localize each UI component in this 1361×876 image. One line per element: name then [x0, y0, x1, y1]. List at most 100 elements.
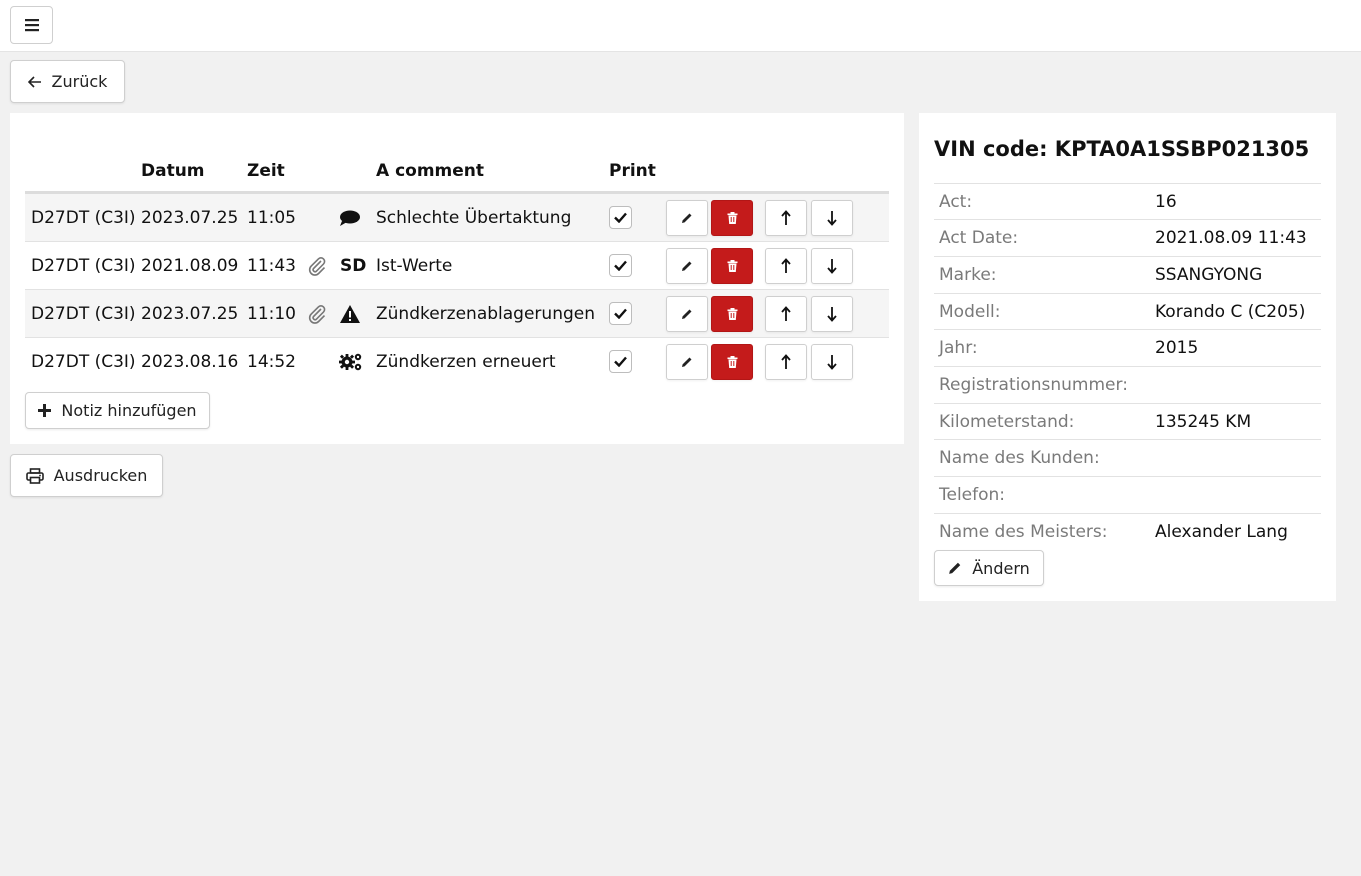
trash-icon: [727, 260, 737, 272]
info-row-act: Act: 16: [934, 183, 1321, 220]
edit-vehicle-label: Ändern: [972, 558, 1030, 578]
arrow-down-icon: [827, 307, 837, 322]
printer-icon: [25, 467, 44, 484]
paperclip-icon[interactable]: [307, 242, 327, 290]
row-time: 11:10: [247, 304, 296, 324]
info-row-master: Name des Meisters: Alexander Lang: [934, 513, 1321, 550]
info-row-customer: Name des Kunden:: [934, 439, 1321, 476]
edit-note-button[interactable]: [666, 344, 708, 380]
print-checkbox[interactable]: [609, 254, 632, 277]
move-up-button[interactable]: [765, 200, 807, 236]
vin-title: VIN code: KPTA0A1SSBP021305: [934, 137, 1310, 161]
info-value: SSANGYONG: [1155, 265, 1263, 285]
add-note-button[interactable]: Notiz hinzufügen: [25, 392, 210, 429]
delete-note-button[interactable]: [711, 344, 753, 380]
info-label: Kilometerstand:: [939, 412, 1075, 432]
row-date: 2023.08.16: [141, 352, 239, 372]
info-label: Act:: [939, 192, 973, 212]
move-up-button[interactable]: [765, 296, 807, 332]
vehicle-info-card: VIN code: KPTA0A1SSBP021305 Act: 16 Act …: [919, 113, 1336, 601]
arrow-up-icon: [781, 210, 791, 225]
arrow-down-icon: [827, 259, 837, 274]
back-button[interactable]: Zurück: [10, 60, 125, 103]
back-button-label: Zurück: [51, 72, 108, 91]
info-label: Modell:: [939, 302, 1001, 322]
move-down-button[interactable]: [811, 344, 853, 380]
move-down-button[interactable]: [811, 248, 853, 284]
column-header-time: Zeit: [247, 161, 285, 181]
arrow-up-icon: [781, 354, 791, 369]
info-value: Korando C (C205): [1155, 302, 1306, 322]
arrow-up-icon: [781, 258, 791, 273]
plus-icon: [38, 404, 52, 417]
check-icon: [614, 260, 627, 271]
pencil-icon: [682, 213, 692, 223]
move-down-button[interactable]: [811, 200, 853, 236]
edit-note-button[interactable]: [666, 296, 708, 332]
row-code: D27DT (C3I): [31, 256, 136, 276]
info-row-model: Modell: Korando C (C205): [934, 293, 1321, 330]
move-up-button[interactable]: [765, 248, 807, 284]
row-comment: Ist-Werte: [376, 256, 453, 276]
info-label: Act Date:: [939, 228, 1019, 248]
info-label: Marke:: [939, 265, 997, 285]
info-value: Alexander Lang: [1155, 522, 1288, 542]
print-checkbox[interactable]: [609, 350, 632, 373]
info-value: 16: [1155, 192, 1177, 212]
trash-icon: [727, 212, 737, 224]
column-header-date: Datum: [141, 161, 205, 181]
edit-note-button[interactable]: [666, 200, 708, 236]
paperclip-icon[interactable]: [307, 290, 327, 338]
row-code: D27DT (C3I): [31, 304, 136, 324]
arrow-up-icon: [781, 306, 791, 321]
row-code: D27DT (C3I): [31, 208, 136, 228]
column-header-print: Print: [609, 161, 656, 181]
info-row-year: Jahr: 2015: [934, 329, 1321, 366]
info-label: Jahr:: [939, 338, 978, 358]
row-comment: Zündkerzenablagerungen: [376, 304, 595, 324]
move-up-button[interactable]: [765, 344, 807, 380]
add-note-label: Notiz hinzufügen: [61, 401, 197, 420]
row-comment: Zündkerzen erneuert: [376, 352, 556, 372]
comment-icon: [339, 194, 361, 242]
check-icon: [614, 212, 627, 223]
top-bar: [0, 0, 1361, 52]
pencil-icon: [949, 562, 961, 574]
info-row-registration: Registrationsnummer:: [934, 366, 1321, 403]
arrow-left-icon: [27, 75, 41, 88]
column-header-comment: A comment: [376, 161, 485, 181]
row-time: 14:52: [247, 352, 296, 372]
delete-note-button[interactable]: [711, 200, 753, 236]
edit-vehicle-button[interactable]: Ändern: [934, 550, 1044, 586]
info-label: Name des Kunden:: [939, 448, 1100, 468]
info-label: Name des Meisters:: [939, 522, 1108, 542]
row-time: 11:43: [247, 256, 296, 276]
print-button[interactable]: Ausdrucken: [10, 454, 163, 497]
table-row: D27DT (C3I) 2023.08.16 14:52 Zündkerzen …: [25, 338, 889, 386]
row-date: 2021.08.09: [141, 256, 239, 276]
pencil-icon: [682, 357, 692, 367]
warning-icon: [339, 290, 361, 338]
arrow-down-icon: [827, 355, 837, 370]
menu-button[interactable]: [10, 6, 53, 44]
print-checkbox[interactable]: [609, 302, 632, 325]
edit-note-button[interactable]: [666, 248, 708, 284]
pencil-icon: [682, 261, 692, 271]
pencil-icon: [682, 309, 692, 319]
check-icon: [614, 356, 627, 367]
notes-card: Datum Zeit A comment Print D27DT (C3I) 2…: [10, 113, 904, 444]
check-icon: [614, 308, 627, 319]
info-label: Telefon:: [939, 485, 1006, 505]
hamburger-icon: [24, 19, 39, 32]
print-checkbox[interactable]: [609, 206, 632, 229]
arrow-down-icon: [827, 211, 837, 226]
delete-note-button[interactable]: [711, 296, 753, 332]
table-row: D27DT (C3I) 2021.08.09 11:43 SD Ist-Wert…: [25, 242, 889, 290]
delete-note-button[interactable]: [711, 248, 753, 284]
info-row-brand: Marke: SSANGYONG: [934, 256, 1321, 293]
trash-icon: [727, 356, 737, 368]
info-value: 2015: [1155, 338, 1199, 358]
move-down-button[interactable]: [811, 296, 853, 332]
gears-icon: [339, 338, 363, 386]
row-date: 2023.07.25: [141, 208, 239, 228]
